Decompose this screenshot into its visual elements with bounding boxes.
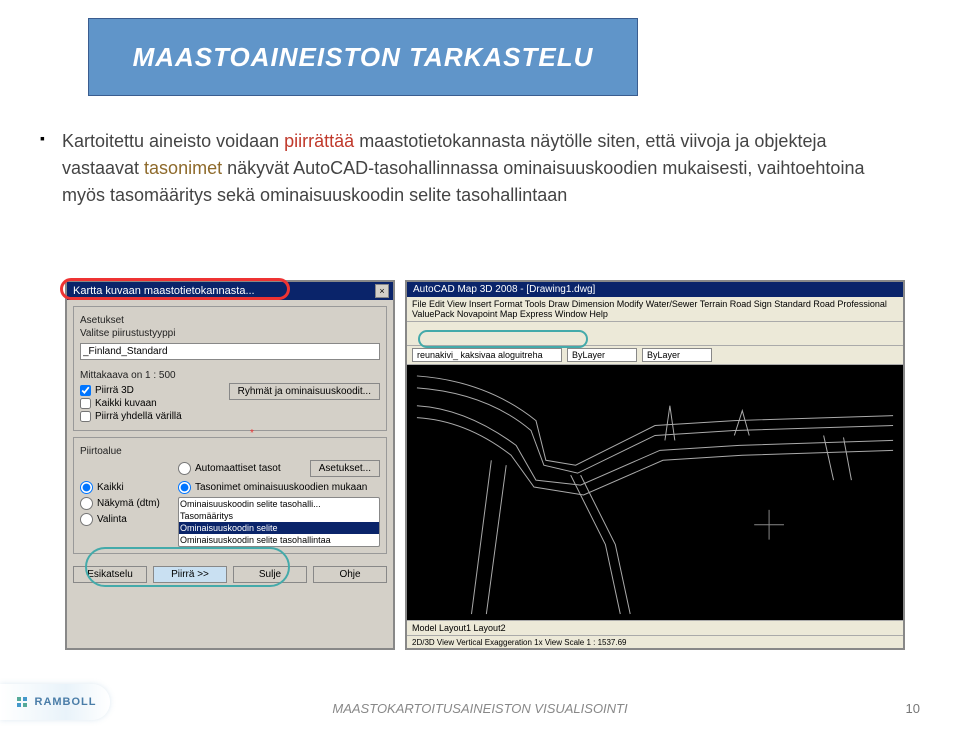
radio-tasonimet[interactable]: Tasonimet ominaisuuskoodien mukaan [178, 481, 380, 494]
layer-naming-select[interactable]: Ominaisuuskoodin selite tasohalli... Tas… [178, 497, 380, 547]
select-option[interactable]: Ominaisuuskoodin selite tasohallintaa [179, 534, 379, 546]
page-number: 10 [906, 701, 920, 716]
asterisk-icon: * [250, 428, 254, 439]
dialog-button-row: Esikatselu Piirrä >> Sulje Ohje [67, 560, 393, 589]
slide-title: MAASTOAINEISTON TARKASTELU [133, 42, 594, 73]
checkbox-label: Piirrä 3D [95, 385, 134, 396]
section-piirtoalue: Piirtoalue Kaikki Näkymä (dtm) Valinta A… [73, 437, 387, 554]
radio-label: Tasonimet ominaisuuskoodien mukaan [195, 482, 367, 493]
checkbox-all[interactable]: Kaikki kuvaan [80, 398, 221, 409]
model-tabs[interactable]: Model Layout1 Layout2 [407, 620, 903, 635]
section-asetukset: Asetukset Valitse piirustustyyppi Mittak… [73, 306, 387, 431]
layer-dropdown[interactable]: reunakivi_ kaksivaa aloguitreha [412, 348, 562, 362]
autocad-menubar[interactable]: File Edit View Insert Format Tools Draw … [407, 297, 903, 322]
asetukset-button[interactable]: Asetukset... [310, 460, 380, 477]
text-highlight-red: piirrättää [284, 131, 354, 151]
select-option[interactable]: Ominaisuuskoodin selite [179, 522, 379, 534]
radio-label: Valinta [97, 514, 127, 525]
close-button[interactable]: Sulje [233, 566, 307, 583]
field-label: Valitse piirustustyyppi [80, 328, 380, 339]
radio-kaikki[interactable]: Kaikki [80, 481, 170, 494]
draw-button[interactable]: Piirrä >> [153, 566, 227, 583]
layer-toolbar: reunakivi_ kaksivaa aloguitreha ByLayer … [407, 346, 903, 365]
footer-text: MAASTOKARTOITUSAINEISTON VISUALISOINTI [0, 701, 960, 716]
section-label: Piirtoalue [80, 446, 380, 457]
bullet-icon: ▪ [40, 130, 45, 146]
autocad-window: AutoCAD Map 3D 2008 - [Drawing1.dwg] Fil… [405, 280, 905, 650]
scale-label: Mittakaava on 1 : 500 [80, 370, 380, 381]
select-option[interactable]: Ominaisuuskoodin selite tasohalli... [179, 498, 379, 510]
autocad-toolbar[interactable] [407, 322, 903, 346]
close-icon[interactable]: × [375, 284, 389, 298]
view-status: 2D/3D View Vertical Exaggeration 1x View… [407, 635, 903, 649]
bylayer-box[interactable]: ByLayer [567, 348, 637, 362]
dialog-panel: Kartta kuvaan maastotietokannasta... × A… [65, 280, 395, 650]
cad-drawing [407, 365, 903, 620]
text-highlight-brown: tasonimet [144, 158, 222, 178]
checkbox-label: Kaikki kuvaan [95, 398, 157, 409]
radio-auto-tasot[interactable]: Automaattiset tasot [178, 462, 302, 475]
checkbox-3d[interactable]: Piirrä 3D [80, 385, 221, 396]
body-text: Kartoitettu aineisto voidaan piirrättää … [62, 128, 900, 209]
bylayer-box[interactable]: ByLayer [642, 348, 712, 362]
radio-label: Kaikki [97, 482, 124, 493]
select-option[interactable]: Tasomääritys [179, 510, 379, 522]
section-label: Asetukset [80, 315, 380, 326]
command-line: Command: *Cancel* [407, 649, 903, 650]
radio-label: Näkymä (dtm) [97, 498, 160, 509]
autocad-titlebar: AutoCAD Map 3D 2008 - [Drawing1.dwg] [407, 282, 903, 297]
slide-title-box: MAASTOAINEISTON TARKASTELU [88, 18, 638, 96]
radio-nakyma[interactable]: Näkymä (dtm) [80, 497, 170, 510]
screenshot-area: Kartta kuvaan maastotietokannasta... × A… [65, 280, 905, 650]
groups-button[interactable]: Ryhmät ja ominaisuuskoodit... [229, 383, 380, 400]
drawing-type-input[interactable] [80, 343, 380, 360]
text-plain: Kartoitettu aineisto voidaan [62, 131, 284, 151]
drawing-canvas[interactable] [407, 365, 903, 620]
checkbox-onecolor[interactable]: Piirrä yhdellä värillä [80, 411, 221, 422]
dialog-titlebar: Kartta kuvaan maastotietokannasta... [67, 282, 393, 300]
radio-label: Automaattiset tasot [195, 463, 281, 474]
checkbox-label: Piirrä yhdellä värillä [95, 411, 182, 422]
preview-button[interactable]: Esikatselu [73, 566, 147, 583]
help-button[interactable]: Ohje [313, 566, 387, 583]
radio-valinta[interactable]: Valinta [80, 513, 170, 526]
